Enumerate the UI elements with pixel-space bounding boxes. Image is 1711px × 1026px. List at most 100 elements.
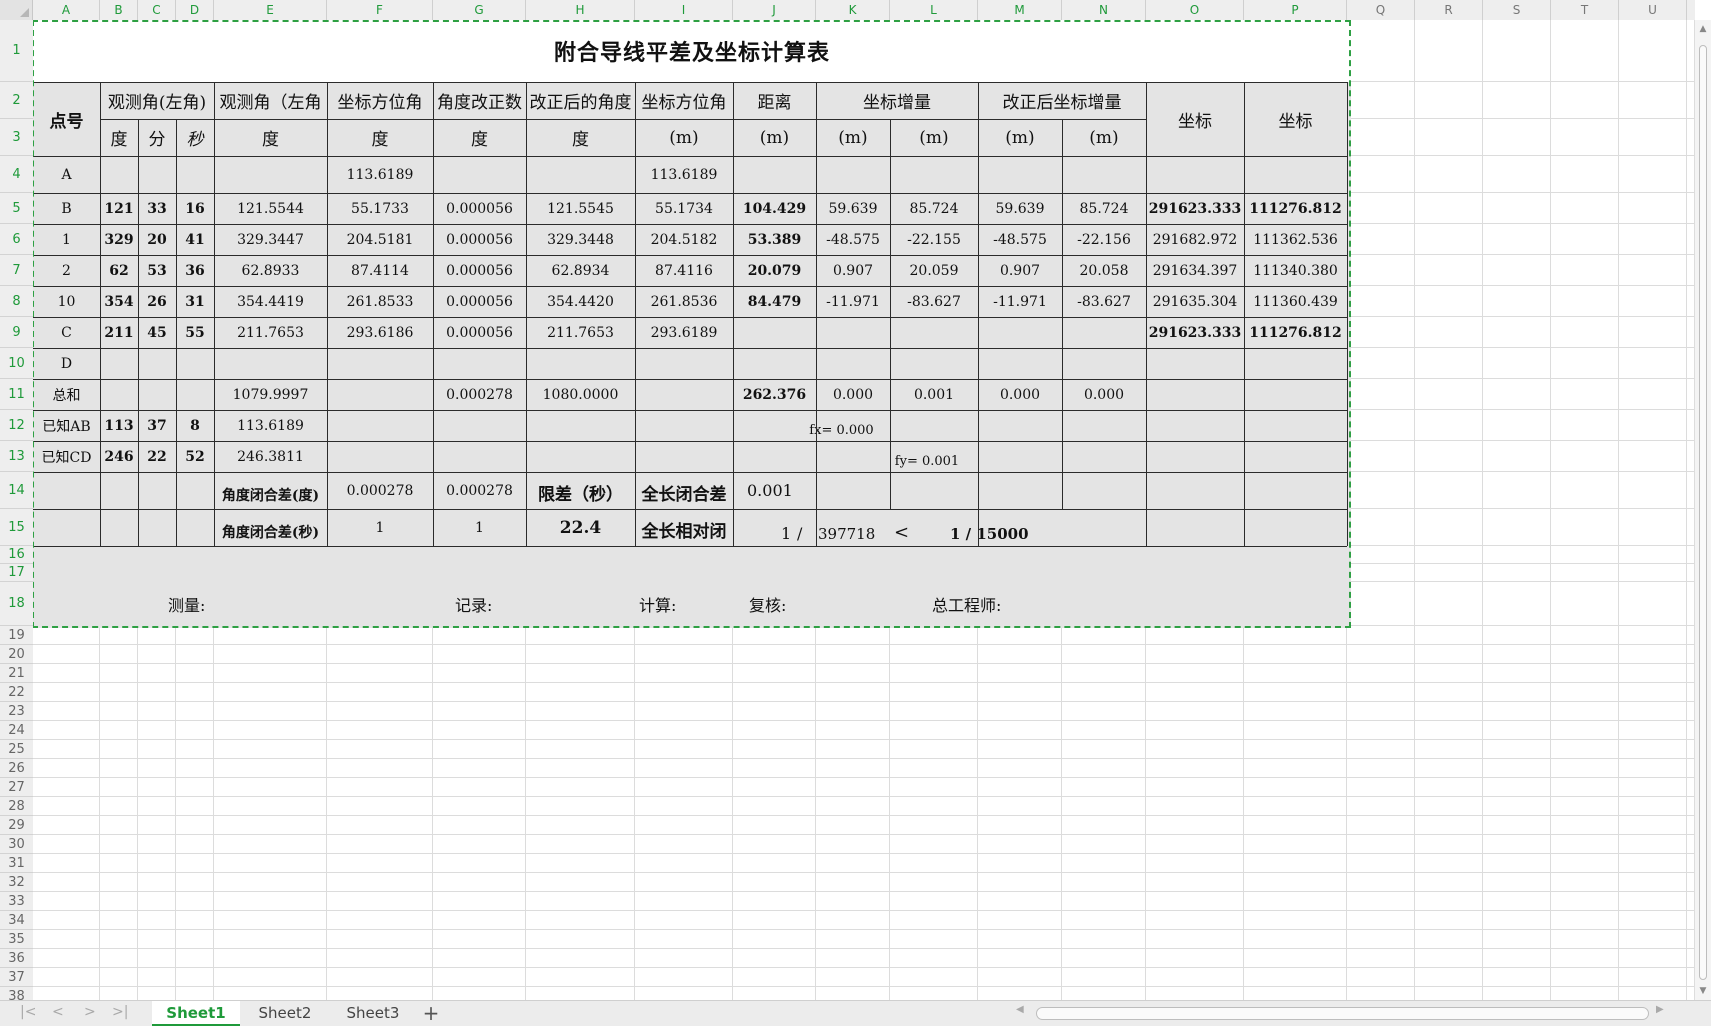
cell-a8[interactable]: 10	[33, 286, 100, 317]
cell-j8[interactable]: 84.479	[733, 286, 816, 317]
cell-e12[interactable]: 113.6189	[214, 410, 327, 441]
cell-b13[interactable]: 246	[100, 441, 138, 472]
scroll-down-icon[interactable]: ▼	[1695, 986, 1711, 996]
total-length-closure-value[interactable]: 0.001	[733, 472, 816, 509]
unit-i[interactable]: (m)	[635, 119, 733, 156]
fx-label[interactable]: fx= 0.000	[733, 410, 890, 441]
header-corrected-increment[interactable]: 改正后坐标增量	[978, 82, 1146, 119]
cell-h11[interactable]: 1080.0000	[526, 379, 635, 410]
column-header-u[interactable]: U	[1619, 0, 1687, 20]
cell-p7[interactable]: 111340.380	[1244, 255, 1347, 286]
sheet-title[interactable]: 附合导线平差及坐标计算表	[33, 20, 1351, 82]
column-header-p[interactable]: P	[1244, 0, 1347, 20]
add-sheet-icon[interactable]: +	[416, 1001, 446, 1026]
cell-o10[interactable]	[1146, 348, 1244, 379]
cell-k4[interactable]	[816, 156, 890, 193]
row-header-24[interactable]: 24	[0, 721, 33, 740]
cell-a4[interactable]: A	[33, 156, 100, 193]
row-header-21[interactable]: 21	[0, 664, 33, 683]
cell-a6[interactable]: 1	[33, 224, 100, 255]
angle-closure-sec-label[interactable]: 角度闭合差(秒)	[214, 509, 327, 546]
cell-m12[interactable]	[978, 410, 1062, 441]
cell-d12[interactable]: 8	[176, 410, 214, 441]
row-header-6[interactable]: 6	[0, 224, 33, 255]
header-azimuth-2[interactable]: 坐标方位角	[635, 82, 733, 119]
cell-l4[interactable]	[890, 156, 978, 193]
row-header-22[interactable]: 22	[0, 683, 33, 702]
next-sheet-icon[interactable]: >	[84, 1004, 96, 1020]
cell-f10[interactable]	[327, 348, 433, 379]
row-header-5[interactable]: 5	[0, 193, 33, 224]
cell-j7[interactable]: 20.079	[733, 255, 816, 286]
unit-second[interactable]: 秒	[176, 119, 214, 156]
row-header-16[interactable]: 16	[0, 546, 33, 564]
tab-sheet1[interactable]: Sheet1	[152, 1001, 240, 1026]
row-header-8[interactable]: 8	[0, 286, 33, 317]
header-coordinate-y[interactable]: 坐标	[1244, 82, 1347, 156]
scroll-right-icon[interactable]: ▶	[1656, 1004, 1664, 1015]
cell-h7[interactable]: 62.8934	[526, 255, 635, 286]
cell-m6[interactable]: -48.575	[978, 224, 1062, 255]
cell-m13[interactable]	[978, 441, 1062, 472]
cell-p12[interactable]	[1244, 410, 1347, 441]
column-header-l[interactable]: L	[890, 0, 978, 20]
column-header-s[interactable]: S	[1483, 0, 1551, 20]
column-header-n[interactable]: N	[1062, 0, 1146, 20]
row-header-32[interactable]: 32	[0, 873, 33, 892]
row-header-18[interactable]: 18	[0, 582, 33, 626]
cell-d4[interactable]	[176, 156, 214, 193]
row-header-33[interactable]: 33	[0, 892, 33, 911]
cell-f6[interactable]: 204.5181	[327, 224, 433, 255]
row-header-25[interactable]: 25	[0, 740, 33, 759]
cell-a11[interactable]: 总和	[33, 379, 100, 410]
column-header-o[interactable]: O	[1146, 0, 1244, 20]
unit-minute[interactable]: 分	[138, 119, 176, 156]
cell-p5[interactable]: 111276.812	[1244, 193, 1347, 224]
cell-b4[interactable]	[100, 156, 138, 193]
header-azimuth[interactable]: 坐标方位角	[327, 82, 433, 119]
prev-sheet-icon[interactable]: <	[52, 1004, 64, 1020]
cell-n6[interactable]: -22.156	[1062, 224, 1146, 255]
cell-o13[interactable]	[1146, 441, 1244, 472]
surveyor-label[interactable]: 测量:	[100, 582, 327, 626]
cell-j10[interactable]	[733, 348, 816, 379]
row-header-15[interactable]: 15	[0, 509, 33, 546]
cell-f4[interactable]: 113.6189	[327, 156, 433, 193]
cell-c12[interactable]: 37	[138, 410, 176, 441]
cell-i8[interactable]: 261.8536	[635, 286, 733, 317]
unit-h[interactable]: 度	[526, 119, 635, 156]
cell-e8[interactable]: 354.4419	[214, 286, 327, 317]
cell-h10[interactable]	[526, 348, 635, 379]
angle-closure-sec-f[interactable]: 1	[327, 509, 433, 546]
cell-i4[interactable]: 113.6189	[635, 156, 733, 193]
cell-i9[interactable]: 293.6189	[635, 317, 733, 348]
cell-o7[interactable]: 291634.397	[1146, 255, 1244, 286]
cell-j9[interactable]	[733, 317, 816, 348]
select-all-corner[interactable]	[0, 0, 33, 20]
unit-k[interactable]: (m)	[816, 119, 890, 156]
header-angle-correction[interactable]: 角度改正数	[433, 82, 526, 119]
row-header-31[interactable]: 31	[0, 854, 33, 873]
cell-h6[interactable]: 329.3448	[526, 224, 635, 255]
cell-n13[interactable]	[1062, 441, 1146, 472]
unit-l[interactable]: (m)	[890, 119, 978, 156]
cell-o9[interactable]: 291623.333	[1146, 317, 1244, 348]
cell-b8[interactable]: 354	[100, 286, 138, 317]
cell-b11[interactable]	[100, 379, 138, 410]
cell-e5[interactable]: 121.5544	[214, 193, 327, 224]
header-point-no[interactable]: 点号	[33, 82, 100, 156]
cell-g9[interactable]: 0.000056	[433, 317, 526, 348]
row-header-3[interactable]: 3	[0, 119, 33, 156]
cell-e7[interactable]: 62.8933	[214, 255, 327, 286]
cell-d6[interactable]: 41	[176, 224, 214, 255]
cell-d13[interactable]: 52	[176, 441, 214, 472]
header-coordinate-increment[interactable]: 坐标增量	[816, 82, 978, 119]
cell-i6[interactable]: 204.5182	[635, 224, 733, 255]
row-header-28[interactable]: 28	[0, 797, 33, 816]
column-header-f[interactable]: F	[327, 0, 433, 20]
cell-a12[interactable]: 已知AB	[33, 410, 100, 441]
cell-i7[interactable]: 87.4116	[635, 255, 733, 286]
cell-n10[interactable]	[1062, 348, 1146, 379]
cell-a10[interactable]: D	[33, 348, 100, 379]
cell-i13[interactable]	[635, 441, 733, 472]
